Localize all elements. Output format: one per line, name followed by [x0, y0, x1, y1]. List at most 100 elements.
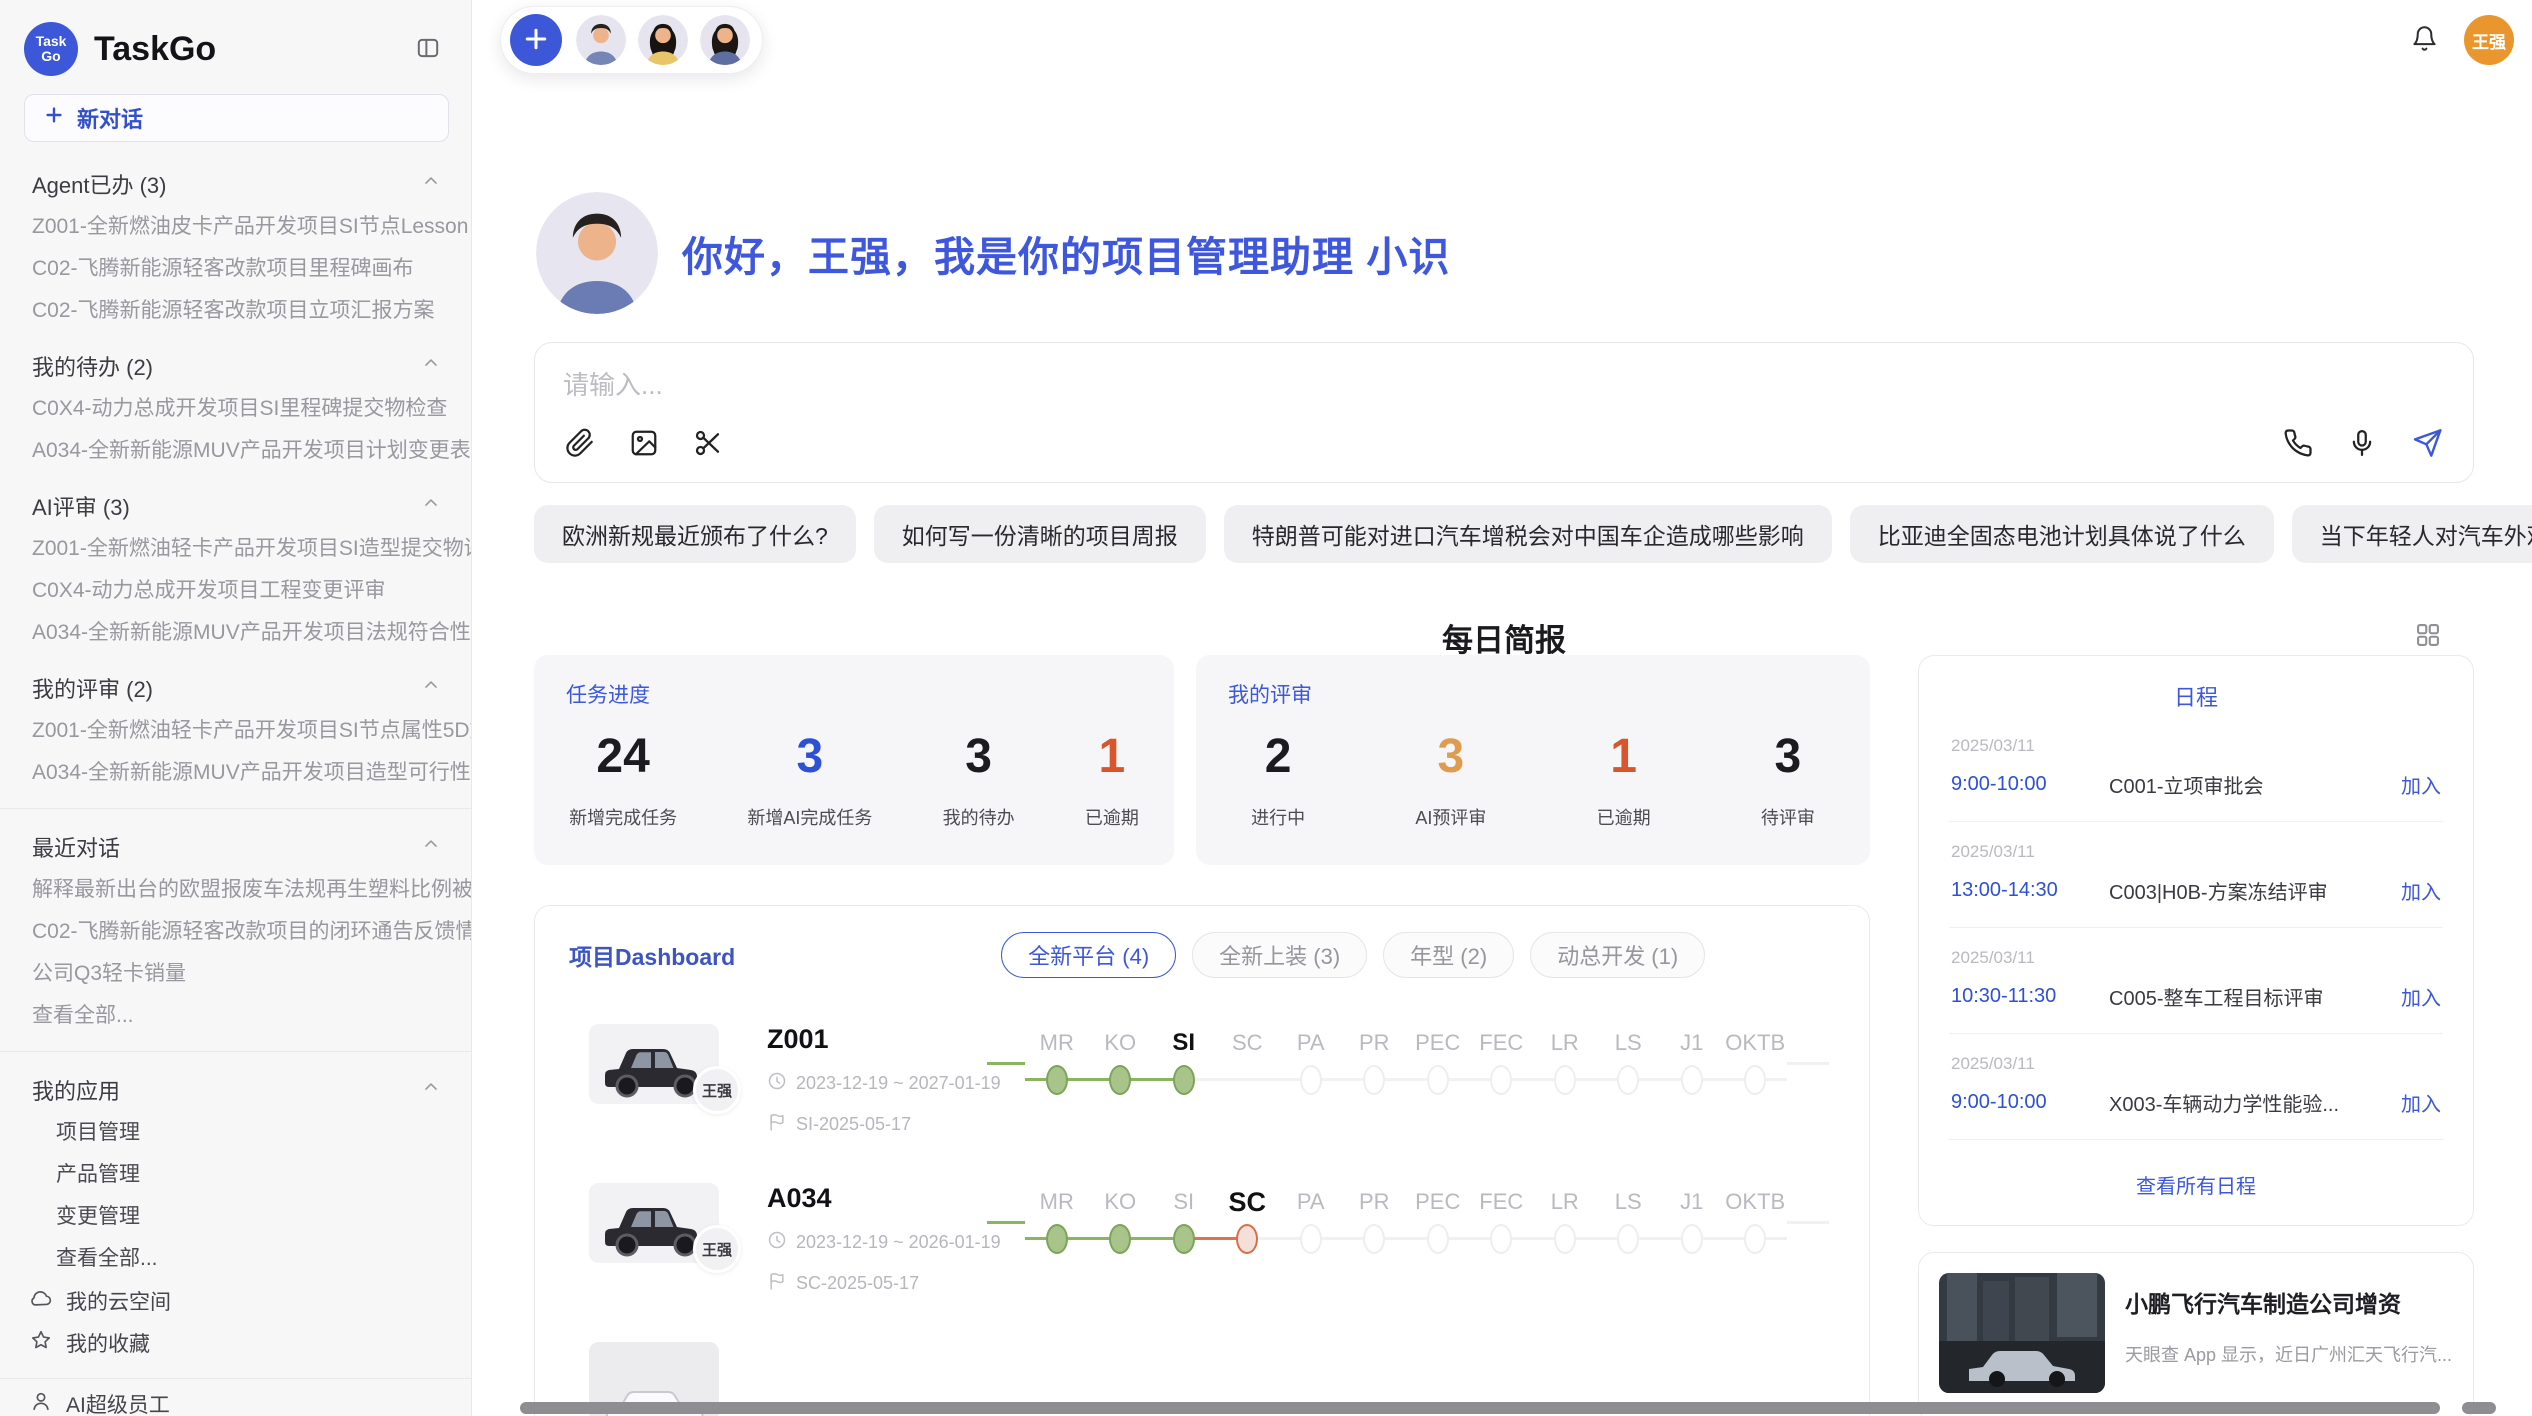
chat-input[interactable] [561, 363, 2447, 423]
sidebar-item[interactable]: Z001-全新燃油轻卡产品开发项目SI造型提交物评审 [0, 528, 471, 570]
sidebar-group-header[interactable]: AI评审 (3) [0, 472, 471, 528]
schedule-line: 9:00-10:00C001-立项审批会加入 [1951, 770, 2441, 799]
milestone-node [1046, 1224, 1068, 1254]
timeline-stub [1787, 1028, 1829, 1065]
milestone-track [1216, 1058, 1280, 1102]
add-conversation-button[interactable] [510, 14, 562, 66]
dashboard-tab[interactable]: 全新平台 (4) [1001, 932, 1176, 978]
milestone-track [1724, 1217, 1788, 1261]
scrollbar-corner[interactable] [2462, 1402, 2496, 1414]
sidebar-group-label: 最近对话 [32, 831, 120, 863]
member-avatar[interactable] [700, 15, 750, 65]
suggestion-chip[interactable]: 比亚迪全固态电池计划具体说了什么 [1850, 505, 2274, 563]
stat-value: 24 [569, 729, 677, 784]
milestone-node [1744, 1224, 1766, 1254]
sidebar-group-header[interactable]: 最近对话 [0, 813, 471, 869]
milestone: PR [1343, 1187, 1407, 1261]
milestone-node [1427, 1065, 1449, 1095]
schedule-entry: 2025/03/1110:30-11:30C005-整车工程目标评审加入 [1949, 928, 2443, 1034]
sidebar-group-header[interactable]: Agent已办 (3) [0, 150, 471, 206]
dashboard-tab[interactable]: 全新上装 (3) [1192, 932, 1367, 978]
brief-layout-button[interactable] [2410, 617, 2446, 656]
news-snippet: 天眼查 App 显示，近日广州汇天飞行汽... [2125, 1341, 2453, 1367]
project-owner-badge: 王强 [693, 1066, 741, 1114]
sidebar-item[interactable]: A034-全新新能源MUV产品开发项目计划变更表编写 [0, 430, 471, 472]
sidebar-item[interactable]: 变更管理 [0, 1196, 471, 1238]
dashboard-tab[interactable]: 年型 (2) [1383, 932, 1514, 978]
suggestion-chip[interactable]: 如何写一份清晰的项目周报 [874, 505, 1206, 563]
sidebar-item-star[interactable]: 我的收藏 [0, 1322, 471, 1364]
task-progress-title: 任务进度 [566, 679, 650, 709]
sidebar-group-label: 我的待办 (2) [32, 350, 153, 382]
sidebar-item[interactable]: 查看全部... [0, 995, 471, 1037]
sidebar-item[interactable]: C02-飞腾新能源轻客改款项目里程碑画布 [0, 248, 471, 290]
notifications-button[interactable] [2407, 21, 2442, 59]
join-link[interactable]: 加入 [2401, 770, 2441, 799]
sidebar-item[interactable]: 解释最新出台的欧盟报废车法规再生塑料比例被调至15%... [0, 869, 471, 911]
sidebar: Task Go TaskGo 新对话 Agent已办 (3)Z001-全新燃油皮… [0, 0, 472, 1416]
new-chat-button[interactable]: 新对话 [24, 94, 449, 142]
microphone-button[interactable] [2343, 424, 2381, 465]
milestone-node [1109, 1224, 1131, 1254]
collapse-sidebar-button[interactable] [411, 31, 445, 68]
sidebar-item[interactable]: C02-飞腾新能源轻客改款项目立项汇报方案 [0, 290, 471, 332]
suggestion-chip[interactable]: 欧洲新规最近颁布了什么? [534, 505, 856, 563]
project-flag: SI-2025-05-17 [767, 1112, 987, 1137]
project-row: 王强Z0012023-12-19 ~ 2027-01-19SI-2025-05-… [565, 1024, 1829, 1137]
horizontal-scrollbar[interactable] [520, 1402, 2440, 1414]
sidebar-item[interactable]: C02-飞腾新能源轻客改款项目的闭环通告反馈情况 [0, 911, 471, 953]
news-card[interactable]: 小鹏飞行汽车制造公司增资 天眼查 App 显示，近日广州汇天飞行汽... [1918, 1252, 2474, 1416]
stat-value: 2 [1251, 729, 1305, 784]
sidebar-item-user[interactable]: AI超级员工 [0, 1383, 471, 1416]
timeline-stub [1787, 1187, 1829, 1224]
brief-body: 任务进度 24新增完成任务3新增AI完成任务3我的待办1已逾期 我的评审 2进行… [534, 655, 2474, 1416]
milestone-track [1406, 1217, 1470, 1261]
avatar-group [576, 15, 750, 65]
voice-call-button[interactable] [2279, 424, 2317, 465]
sidebar-item[interactable]: A034-全新新能源MUV产品开发项目法规符合性评审 [0, 612, 471, 654]
sidebar-group-header[interactable]: 我的应用 [0, 1056, 471, 1112]
milestone-label: MR [1025, 1028, 1089, 1058]
stat-item: 3我的待办 [943, 729, 1015, 830]
milestone: MR [1025, 1028, 1089, 1102]
chevron-up-icon [421, 675, 441, 701]
screenshot-button[interactable] [689, 424, 727, 465]
sidebar-item[interactable]: 产品管理 [0, 1154, 471, 1196]
send-button[interactable] [2407, 423, 2447, 466]
milestone-label: OKTB [1724, 1187, 1788, 1217]
member-avatar[interactable] [638, 15, 688, 65]
sidebar-group-label: AI评审 (3) [32, 490, 130, 522]
sidebar-group-header[interactable]: 我的评审 (2) [0, 654, 471, 710]
sidebar-item[interactable]: A034-全新新能源MUV产品开发项目造型可行性评审 [0, 752, 471, 794]
right-column: 日程 2025/03/119:00-10:00C001-立项审批会加入2025/… [1918, 655, 2474, 1416]
sidebar-group-header[interactable]: 我的待办 (2) [0, 332, 471, 388]
attach-file-button[interactable] [561, 424, 599, 465]
sidebar-item[interactable]: 查看全部... [0, 1238, 471, 1280]
sidebar-item[interactable]: 项目管理 [0, 1112, 471, 1154]
join-link[interactable]: 加入 [2401, 982, 2441, 1011]
member-avatar[interactable] [576, 15, 626, 65]
stat-label: 已逾期 [1085, 804, 1139, 830]
join-link[interactable]: 加入 [2401, 876, 2441, 905]
sidebar-item[interactable]: 公司Q3轻卡销量 [0, 953, 471, 995]
suggestion-chip[interactable]: 当下年轻人对汽车外观有怎样的喜好趋势 [2292, 505, 2532, 563]
milestone: PA [1279, 1187, 1343, 1261]
sidebar-item-cloud[interactable]: 我的云空间 [0, 1280, 471, 1322]
join-link[interactable]: 加入 [2401, 1088, 2441, 1117]
insert-image-button[interactable] [625, 424, 663, 465]
sidebar-item[interactable]: C0X4-动力总成开发项目SI里程碑提交物检查 [0, 388, 471, 430]
view-all-schedule-link[interactable]: 查看所有日程 [1949, 1170, 2443, 1199]
dashboard-tab[interactable]: 动总开发 (1) [1530, 932, 1705, 978]
sidebar-item[interactable]: Z001-全新燃油轻卡产品开发项目SI节点属性5D文件评审 [0, 710, 471, 752]
suggestion-chip[interactable]: 特朗普可能对进口汽车增税会对中国车企造成哪些影响 [1224, 505, 1832, 563]
milestone-node [1363, 1065, 1385, 1095]
user-avatar[interactable]: 王强 [2464, 15, 2514, 65]
milestone-label: SC [1216, 1028, 1280, 1058]
sidebar-divider [0, 1378, 471, 1379]
milestone-track [1152, 1217, 1216, 1261]
project-flag-label: SC-2025-05-17 [796, 1273, 919, 1294]
schedule-date: 2025/03/11 [1951, 1054, 2441, 1074]
sidebar-item[interactable]: C0X4-动力总成开发项目工程变更评审 [0, 570, 471, 612]
sidebar-item[interactable]: Z001-全新燃油皮卡产品开发项目SI节点Lesson Learn报告 [0, 206, 471, 248]
schedule-time: 9:00-10:00 [1951, 1091, 2109, 1114]
